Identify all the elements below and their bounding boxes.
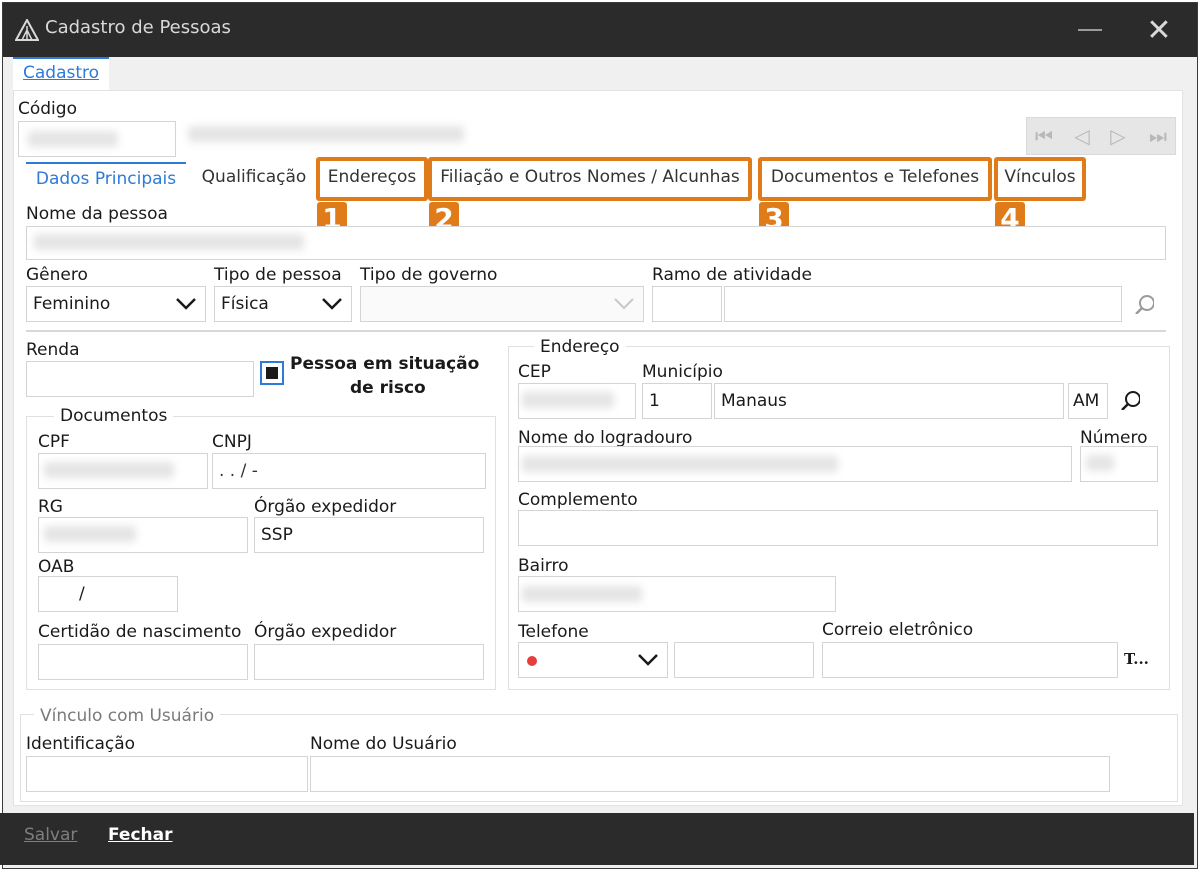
risco-label-2: de risco <box>350 378 426 398</box>
tipo-governo-select[interactable] <box>360 286 644 322</box>
tab-qualificacao[interactable]: Qualificação <box>196 162 312 196</box>
window-title: Cadastro de Pessoas <box>45 17 231 38</box>
logradouro-label: Nome do logradouro <box>518 428 693 448</box>
endereco-title: Endereço <box>534 337 626 357</box>
orgao-expedidor-input[interactable]: SSP <box>254 517 484 553</box>
uf-input[interactable]: AM <box>1068 383 1108 419</box>
risco-checkbox[interactable] <box>260 361 284 385</box>
certidao-label: Certidão de nascimento <box>38 622 242 642</box>
genero-select[interactable]: Feminino <box>26 286 206 322</box>
email-input[interactable] <box>822 642 1118 678</box>
municipio-name-input[interactable]: Manaus <box>714 383 1064 419</box>
checkbox-mark <box>266 367 278 379</box>
tab-dados-principais[interactable]: Dados Principais <box>26 162 186 196</box>
next-record-icon[interactable]: ▷ <box>1100 118 1136 154</box>
footer-bar: Salvar Fechar <box>0 813 1194 865</box>
identificacao-input[interactable] <box>26 756 308 792</box>
tipo-pessoa-label: Tipo de pessoa <box>214 265 342 285</box>
redacted-numero <box>1086 455 1114 471</box>
redacted-person-name <box>188 126 464 142</box>
ramo-atividade-name-input[interactable] <box>724 286 1122 322</box>
telefone-input[interactable] <box>674 642 814 678</box>
app-logo-icon <box>15 19 39 41</box>
cpf-label: CPF <box>38 432 70 452</box>
highlight-documentos <box>758 157 992 201</box>
bairro-label: Bairro <box>518 556 569 576</box>
first-record-icon[interactable]: ⏮ <box>1026 118 1062 154</box>
redacted-bairro <box>522 586 642 602</box>
chevron-down-icon <box>322 298 342 310</box>
orgao-expedidor-2-input[interactable] <box>254 644 484 680</box>
minimize-icon[interactable] <box>1078 29 1102 31</box>
municipio-label: Município <box>642 362 723 382</box>
municipio-code-input[interactable]: 1 <box>642 383 712 419</box>
redacted-code <box>28 131 118 147</box>
identificacao-label: Identificação <box>26 734 136 754</box>
numero-label: Número <box>1080 428 1148 448</box>
divider <box>26 330 1166 332</box>
search-icon[interactable] <box>1134 294 1154 314</box>
ramo-atividade-label: Ramo de atividade <box>652 265 812 285</box>
redacted-rg <box>44 526 136 542</box>
highlight-vinculos <box>994 157 1086 201</box>
orgao-expedidor-2-label: Órgão expedidor <box>254 622 397 642</box>
email-label: Correio eletrônico <box>822 620 974 640</box>
genero-value: Feminino <box>33 294 111 314</box>
redacted-nome <box>34 234 304 250</box>
tipo-pessoa-select[interactable]: Física <box>214 286 352 322</box>
oab-input[interactable]: / <box>38 576 178 612</box>
renda-input[interactable] <box>26 361 254 397</box>
chevron-down-icon <box>638 654 658 666</box>
documentos-title: Documentos <box>54 406 174 426</box>
telefone-label: Telefone <box>518 622 589 642</box>
title-bar: Cadastro de Pessoas ✕ <box>3 3 1197 57</box>
cep-label: CEP <box>518 362 551 382</box>
codigo-label: Código <box>18 99 77 119</box>
tab-cadastro-label: Cadastro <box>23 63 100 83</box>
nome-usuario-label: Nome do Usuário <box>310 734 457 754</box>
chevron-down-icon <box>614 298 634 310</box>
ramo-atividade-code-input[interactable] <box>652 286 722 322</box>
redacted-cpf <box>44 462 174 478</box>
genero-label: Gênero <box>26 265 88 285</box>
tab-cadastro[interactable]: Cadastro <box>13 57 109 91</box>
risco-label-1: Pessoa em situação <box>290 354 480 374</box>
tipo-pessoa-value: Física <box>221 294 269 314</box>
status-dot-icon <box>527 656 537 666</box>
close-icon[interactable]: ✕ <box>1139 11 1179 51</box>
oab-label: OAB <box>38 557 75 577</box>
cnpj-label: CNPJ <box>212 432 252 452</box>
last-record-icon[interactable]: ⏭ <box>1140 118 1176 154</box>
chevron-down-icon <box>176 298 196 310</box>
fechar-button[interactable]: Fechar <box>108 825 173 845</box>
redacted-logradouro <box>522 456 838 472</box>
redacted-cep <box>522 392 614 408</box>
highlight-filiacao <box>428 157 752 201</box>
certidao-input[interactable] <box>38 644 248 680</box>
vinculo-title: Vínculo com Usuário <box>34 706 221 726</box>
salvar-button[interactable]: Salvar <box>24 825 77 845</box>
highlight-enderecos <box>316 157 428 201</box>
nome-usuario-input[interactable] <box>310 756 1110 792</box>
truncated-button[interactable]: T... <box>1124 650 1149 668</box>
search-icon[interactable] <box>1120 390 1140 410</box>
renda-label: Renda <box>26 340 80 360</box>
complemento-label: Complemento <box>518 490 638 510</box>
orgao-expedidor-label: Órgão expedidor <box>254 497 397 517</box>
rg-label: RG <box>38 497 63 517</box>
cnpj-input[interactable]: . . / - <box>212 453 486 489</box>
telefone-type-select[interactable] <box>518 642 668 678</box>
tipo-governo-label: Tipo de governo <box>360 265 498 285</box>
prev-record-icon[interactable]: ◁ <box>1064 118 1100 154</box>
complemento-input[interactable] <box>518 510 1158 546</box>
nome-pessoa-label: Nome da pessoa <box>26 204 168 224</box>
